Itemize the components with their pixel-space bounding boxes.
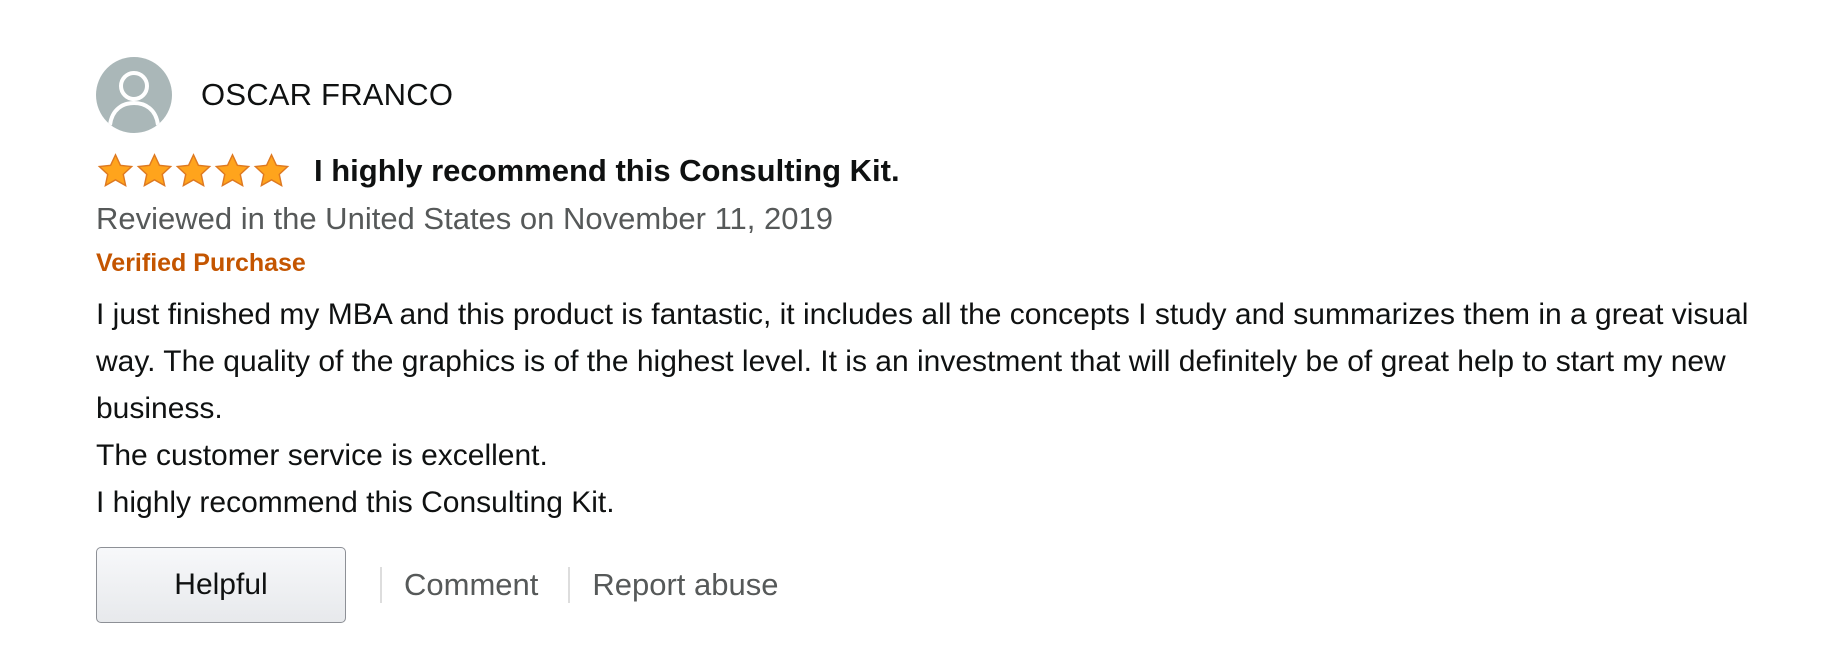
user-avatar-icon[interactable]	[96, 57, 172, 133]
review-title-row: I highly recommend this Consulting Kit.	[96, 149, 1796, 193]
reviewer-name[interactable]: OSCAR FRANCO	[201, 77, 453, 113]
helpful-button[interactable]: Helpful	[96, 547, 346, 623]
review-body-paragraph: I highly recommend this Consulting Kit.	[96, 486, 615, 519]
star-filled-icon	[214, 153, 251, 187]
action-divider	[568, 567, 571, 603]
review-body: I just finished my MBA and this product …	[96, 291, 1776, 526]
verified-purchase-badge[interactable]: Verified Purchase	[96, 247, 1796, 279]
star-filled-icon	[175, 153, 212, 187]
star-filled-icon	[253, 153, 290, 187]
review-date: Reviewed in the United States on Novembe…	[96, 201, 833, 236]
reviewer-profile[interactable]: OSCAR FRANCO	[96, 57, 1796, 133]
review-body-paragraph: The customer service is excellent.	[96, 439, 548, 472]
action-divider	[380, 567, 382, 603]
review-title[interactable]: I highly recommend this Consulting Kit.	[314, 153, 900, 189]
star-rating[interactable]	[96, 151, 291, 191]
review-actions: Helpful Comment Report abuse	[96, 546, 1796, 624]
star-filled-icon	[97, 153, 134, 187]
report-abuse-link[interactable]: Report abuse	[592, 567, 778, 603]
review-body-paragraph: I just finished my MBA and this product …	[96, 298, 1749, 425]
star-filled-icon	[136, 153, 173, 187]
review-card: OSCAR FRANCO I highly recommend this Con…	[96, 57, 1796, 624]
comment-link[interactable]: Comment	[404, 567, 538, 603]
